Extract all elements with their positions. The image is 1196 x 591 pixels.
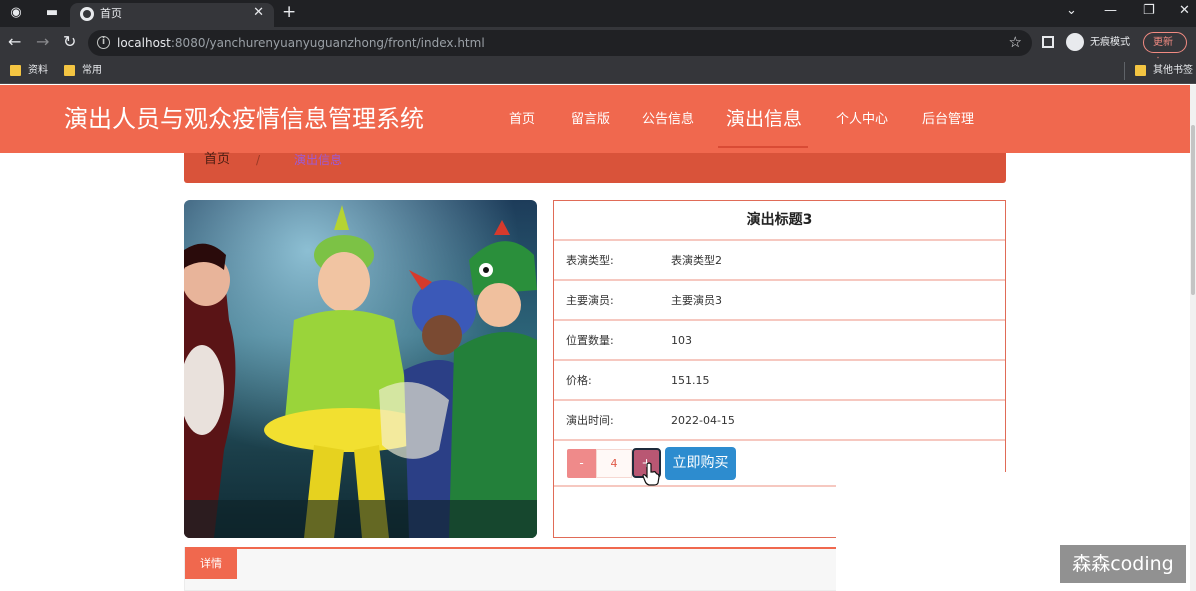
folder-icon: [1135, 65, 1146, 76]
quantity-input[interactable]: [596, 449, 632, 478]
back-arrow-icon[interactable]: ←: [8, 33, 21, 51]
tab-title: 首页: [100, 7, 122, 20]
field-row-seats: 位置数量: 103: [554, 321, 1005, 361]
bookmarks-bar: 资料 常用 其他书签: [0, 59, 1196, 84]
bookmark-label: 资料: [28, 65, 48, 76]
nav-announcements[interactable]: 公告信息: [642, 111, 694, 129]
reload-icon[interactable]: ↻: [63, 33, 76, 51]
nav-performances[interactable]: 演出信息: [726, 106, 802, 132]
watermark: 森森coding: [1060, 545, 1186, 583]
update-button[interactable]: 更新 ⋮: [1143, 32, 1187, 67]
field-label: 位置数量:: [566, 334, 614, 347]
nav-message-board[interactable]: 留言版: [571, 111, 610, 129]
restore-icon[interactable]: ❐: [1143, 2, 1155, 20]
breadcrumb: 首页 / 演出信息: [184, 153, 1006, 183]
performance-title: 演出标题3: [554, 201, 1005, 241]
field-value: 表演类型2: [671, 254, 722, 267]
breadcrumb-home[interactable]: 首页: [204, 153, 230, 167]
nav-admin[interactable]: 后台管理: [922, 111, 974, 129]
field-label: 主要演员:: [566, 294, 614, 307]
bookmark-folder-docs[interactable]: 资料: [10, 64, 48, 78]
bookmark-label: 常用: [82, 65, 102, 76]
breadcrumb-separator: /: [256, 153, 261, 167]
field-row-time: 演出时间: 2022-04-15: [554, 401, 1005, 441]
side-panel-icon[interactable]: [1042, 36, 1054, 48]
tab-list-chevron-icon[interactable]: ⌄: [1066, 2, 1077, 20]
tab-details[interactable]: 详情: [185, 549, 237, 579]
bookmark-folder-common[interactable]: 常用: [64, 64, 102, 78]
page-scrollbar[interactable]: [1190, 85, 1196, 591]
incognito-label: 无痕模式: [1090, 37, 1130, 48]
new-tab-icon[interactable]: +: [282, 3, 296, 21]
active-nav-indicator: [718, 146, 808, 148]
scrollbar-thumb[interactable]: [1191, 125, 1195, 295]
breadcrumb-current[interactable]: 演出信息: [294, 153, 342, 167]
site-title: 演出人员与观众疫情信息管理系统: [64, 105, 424, 133]
field-row-type: 表演类型: 表演类型2: [554, 241, 1005, 281]
update-label: 更新: [1153, 37, 1173, 48]
other-bookmarks-label: 其他书签: [1153, 65, 1193, 76]
site-info-icon[interactable]: i: [97, 36, 110, 49]
tab-search-icon[interactable]: ▬: [44, 5, 60, 21]
nav-personal-center[interactable]: 个人中心: [836, 111, 888, 129]
chrome-menu-icon[interactable]: ◉: [8, 5, 24, 21]
field-row-price: 价格: 151.15: [554, 361, 1005, 401]
url-text: localhost:8080/yanchurenyuanyuguanzhong/…: [117, 35, 485, 51]
other-bookmarks[interactable]: 其他书签: [1135, 64, 1193, 78]
bookmarks-divider: [1124, 62, 1125, 80]
performance-photo: [184, 200, 537, 538]
url-host: localhost: [117, 36, 171, 50]
field-value: 103: [671, 334, 692, 347]
browser-tab-home[interactable]: 首页 ✕: [70, 3, 274, 27]
buy-now-button[interactable]: 立即购买: [665, 447, 736, 480]
nav-home[interactable]: 首页: [509, 111, 535, 129]
browser-toolbar: ← → ↻ i localhost:8080/yanchurenyuanyugu…: [0, 27, 1196, 59]
url-path: :8080/yanchurenyuanyuguanzhong/front/ind…: [170, 36, 485, 50]
folder-icon: [10, 65, 21, 76]
field-value: 主要演员3: [671, 294, 722, 307]
folder-icon: [64, 65, 75, 76]
forward-arrow-icon[interactable]: →: [36, 33, 49, 51]
field-value: 2022-04-15: [671, 414, 735, 427]
close-tab-icon[interactable]: ✕: [253, 5, 264, 21]
field-row-actors: 主要演员: 主要演员3: [554, 281, 1005, 321]
field-value: 151.15: [671, 374, 710, 387]
field-label: 演出时间:: [566, 414, 614, 427]
globe-icon: [80, 7, 94, 21]
window-close-icon[interactable]: ✕: [1179, 2, 1190, 20]
bookmark-star-icon[interactable]: ☆: [1009, 33, 1022, 51]
minimize-icon[interactable]: —: [1104, 2, 1117, 20]
site-header: 演出人员与观众疫情信息管理系统 首页 留言版 公告信息 演出信息 个人中心 后台…: [0, 85, 1190, 153]
decrease-quantity-button[interactable]: -: [567, 449, 596, 478]
performance-photo-illustration: [184, 200, 537, 538]
hand-cursor-icon: [642, 462, 660, 486]
browser-tab-bar: ◉ ▬ 首页 ✕ + ⌄ — ❐ ✕: [0, 0, 1196, 27]
field-label: 价格:: [566, 374, 592, 387]
incognito-icon: [1066, 33, 1084, 51]
address-bar[interactable]: i localhost:8080/yanchurenyuanyuguanzhon…: [88, 30, 1032, 56]
field-label: 表演类型:: [566, 254, 614, 267]
